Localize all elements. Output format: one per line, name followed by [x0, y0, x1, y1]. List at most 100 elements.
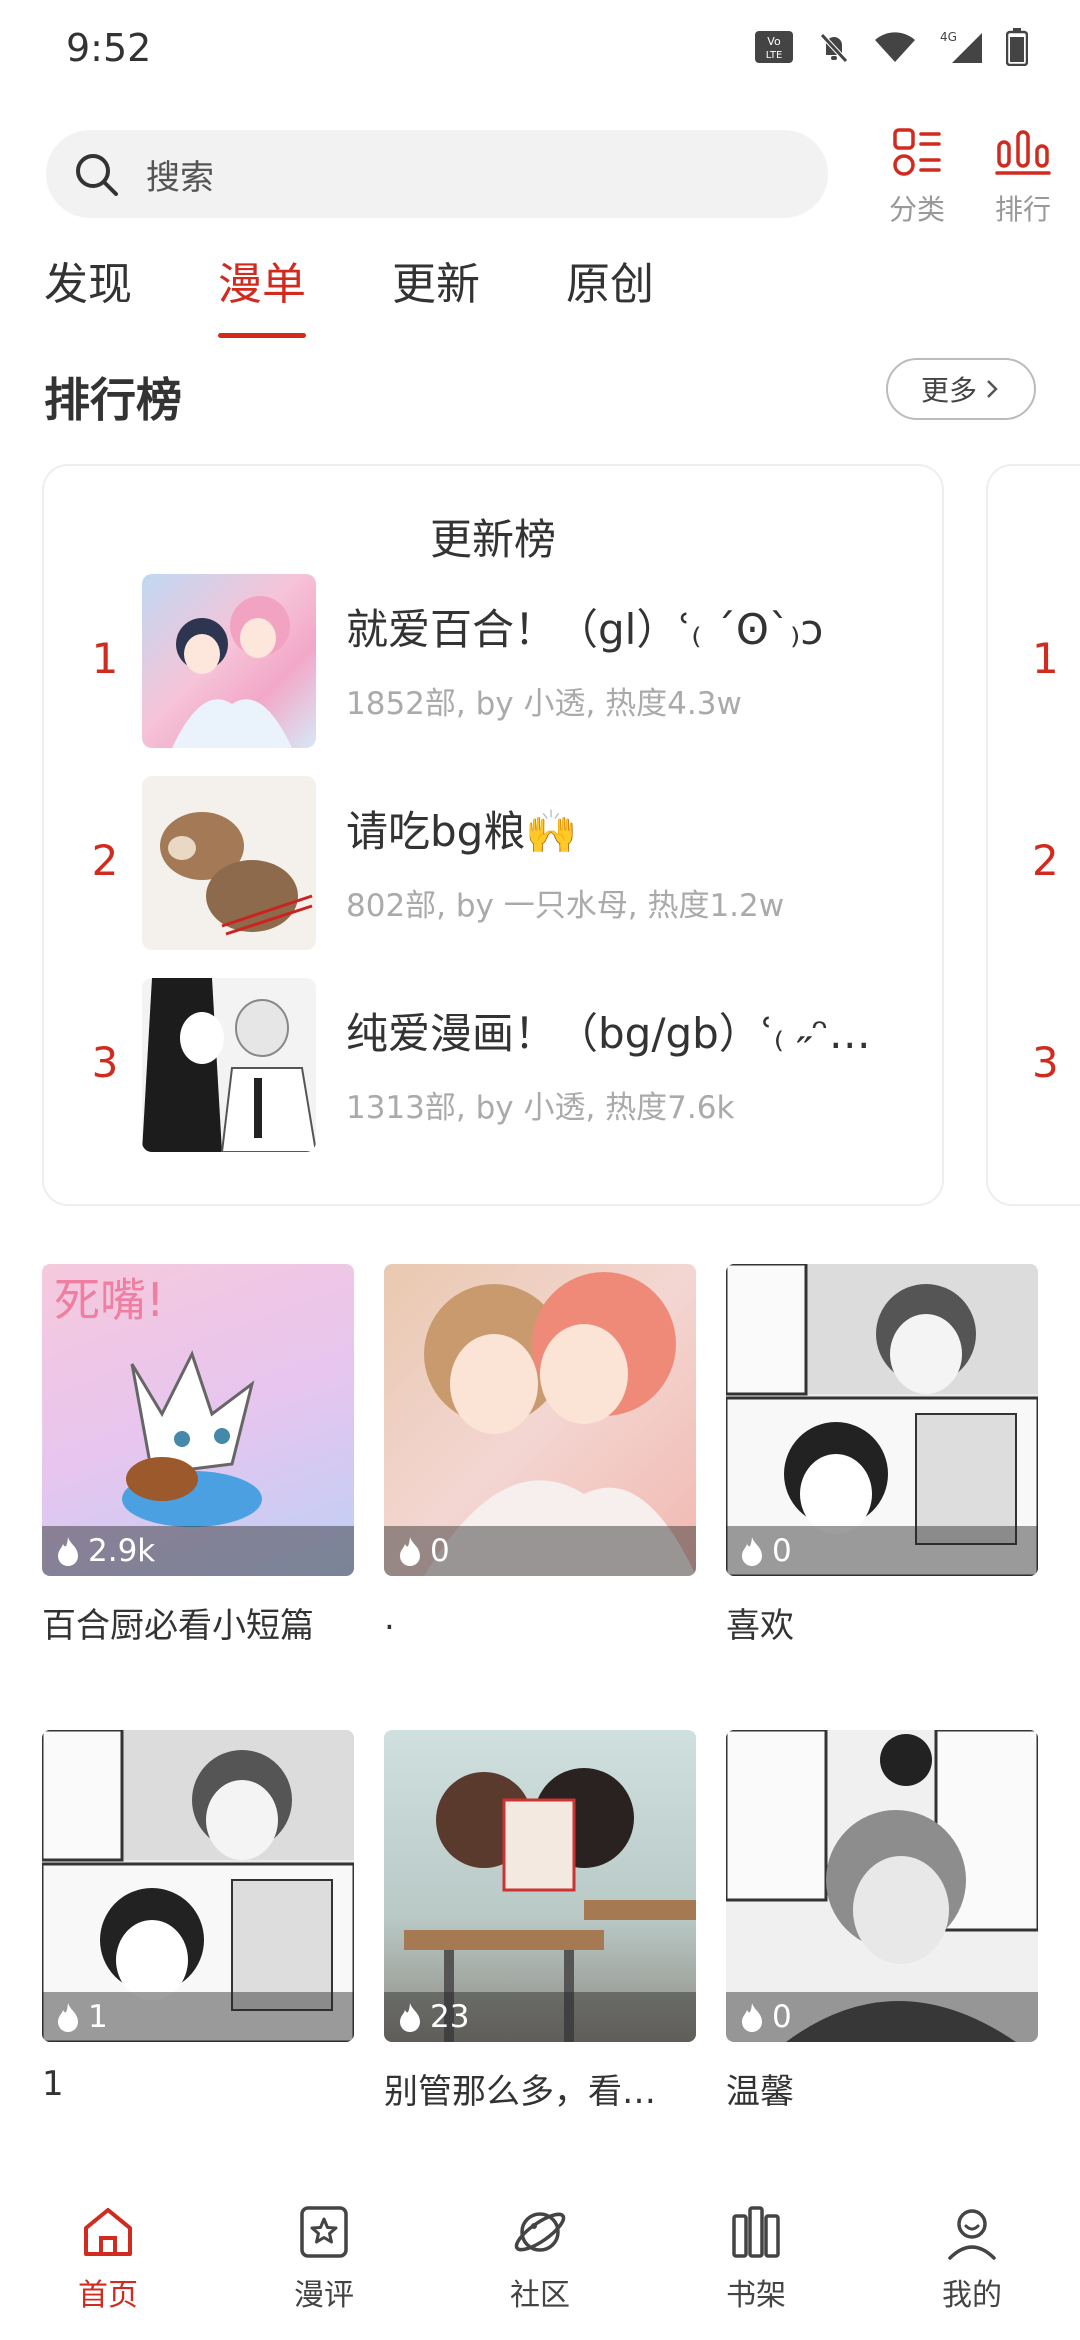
nav-profile-label: 我的 — [942, 2278, 1002, 2313]
status-bar: 9:52 Vo LTE 4G — [0, 0, 1080, 100]
heat-badge: 2.9k — [42, 1526, 354, 1576]
tab-discover[interactable]: 发现 — [44, 248, 132, 328]
tab-updates[interactable]: 更新 — [392, 248, 480, 328]
profile-icon — [948, 2209, 996, 2260]
ranking-label: 排行 — [994, 193, 1051, 226]
status-time: 9:52 — [66, 26, 152, 70]
list-cover: 1 — [42, 1730, 354, 2042]
nav-community[interactable]: 社区 — [432, 2172, 648, 2340]
nav-home-label: 首页 — [78, 2278, 138, 2313]
rank-meta: 1852部, by 小透, 热度4.3w — [346, 686, 742, 722]
rank-title: 就爱百合！（gl）ʿ₍ ´Ꙩ`₎ᴐ — [346, 605, 824, 654]
rank-thumbnail — [142, 574, 316, 748]
volte-icon: Vo LTE — [755, 31, 793, 63]
nav-home[interactable]: 首页 — [0, 2172, 216, 2340]
list-title: 1 — [42, 2064, 64, 2104]
rank-title: 请吃bg粮🙌 — [346, 807, 578, 856]
list-title: 百合厨必看小短篇 — [42, 1606, 314, 1646]
rank-thumbnail — [142, 978, 316, 1152]
heat-value: 0 — [772, 1999, 792, 2035]
more-label: 更多 — [920, 374, 977, 407]
heat-badge: 0 — [726, 1992, 1038, 2042]
search-input[interactable]: 搜索 — [46, 130, 828, 218]
svg-text:死嘴!: 死嘴! — [54, 1273, 164, 1327]
bottom-nav: 首页 漫评 社区 书架 我的 — [0, 2172, 1080, 2340]
rank-thumbnail — [142, 776, 316, 950]
rank-number: 3 — [1032, 1038, 1059, 1087]
category-label: 分类 — [888, 193, 945, 226]
heat-value: 2.9k — [88, 1533, 156, 1569]
home-icon — [84, 2208, 132, 2256]
rank-number: 2 — [1032, 836, 1059, 885]
network-label: 4G — [940, 30, 957, 44]
rank-meta: 1313部, by 小透, 热度7.6k — [346, 1090, 735, 1126]
rank-number: 1 — [91, 634, 119, 683]
fire-icon — [400, 2003, 420, 2032]
fire-icon — [742, 2003, 762, 2032]
search-icon — [76, 154, 118, 196]
list-item[interactable]: 0 . — [384, 1264, 696, 1638]
ranking-row[interactable]: 2 请吃bg粮🙌 802部, by 一只水母, 热度1.2w — [44, 776, 942, 952]
nav-bookshelf[interactable]: 书架 — [648, 2172, 864, 2340]
fire-icon — [58, 1537, 78, 1566]
list-cover: 死嘴! 2.9k — [42, 1264, 354, 1576]
list-item[interactable]: 23 别管那么多，看… — [384, 1730, 696, 2113]
nav-profile[interactable]: 我的 — [864, 2172, 1080, 2340]
rank-number: 3 — [91, 1038, 119, 1087]
nav-community-label: 社区 — [510, 2278, 570, 2313]
list-cover: 23 — [384, 1730, 696, 2042]
ranking-card-next[interactable]: 1 2 3 — [986, 464, 1080, 1206]
ranking-button[interactable]: 排行 — [978, 126, 1068, 228]
fire-icon — [58, 2003, 78, 2032]
heat-value: 0 — [772, 1533, 792, 1569]
tab-manga-lists[interactable]: 漫单 — [218, 248, 306, 338]
nav-review-label: 漫评 — [294, 2278, 354, 2313]
list-title: . — [384, 1598, 395, 1638]
chevron-right-icon — [987, 380, 998, 398]
list-item[interactable]: 死嘴! 2.9k 百合厨必看小短篇 — [42, 1264, 354, 1647]
planet-icon — [514, 2212, 566, 2252]
section-title: 排行榜 — [44, 373, 182, 427]
list-title: 喜欢 — [726, 1606, 794, 1646]
list-item[interactable]: 0 温馨 — [726, 1730, 1038, 2113]
svg-text:LTE: LTE — [766, 50, 783, 61]
wifi-icon — [875, 32, 915, 62]
search-placeholder: 搜索 — [146, 157, 214, 198]
status-icons: Vo LTE 4G — [754, 28, 1028, 66]
mute-bell-icon — [820, 33, 848, 63]
heat-value: 1 — [88, 1999, 108, 2035]
ranking-icon — [995, 130, 1051, 175]
heat-value: 0 — [430, 1533, 450, 1569]
fire-icon — [742, 1537, 762, 1566]
ranking-row[interactable]: 3 纯爱漫画！（bg/gb）ʿ₍ ˶ᵔ… 1313部, by 小透, 热度7.6… — [44, 978, 942, 1154]
more-button[interactable]: 更多 — [886, 358, 1036, 420]
tab-bar: 发现 漫单 更新 原创 — [44, 248, 740, 338]
list-title: 温馨 — [726, 2072, 794, 2112]
battery-icon — [1006, 28, 1028, 66]
list-title: 别管那么多，看… — [384, 2072, 656, 2112]
rank-number: 1 — [1032, 634, 1059, 683]
rank-meta: 802部, by 一只水母, 热度1.2w — [346, 888, 785, 924]
list-cover: 0 — [726, 1264, 1038, 1576]
cell-signal-icon: 4G — [940, 30, 982, 63]
list-cover: 0 — [384, 1264, 696, 1576]
list-cover: 0 — [726, 1730, 1038, 2042]
ranking-card-updates[interactable]: 更新榜 1 就爱百合！（gl）ʿ₍ ´Ꙩ`₎ᴐ 1852部, by 小透, 热度… — [42, 464, 944, 1206]
category-icon — [893, 128, 941, 176]
category-button[interactable]: 分类 — [872, 126, 962, 228]
list-item[interactable]: 0 喜欢 — [726, 1264, 1038, 1647]
nav-review[interactable]: 漫评 — [216, 2172, 432, 2340]
rank-number: 2 — [91, 836, 119, 885]
heat-badge: 0 — [384, 1526, 696, 1576]
star-review-icon — [300, 2206, 348, 2258]
heat-badge: 1 — [42, 1992, 354, 2042]
ranking-row[interactable]: 1 就爱百合！（gl）ʿ₍ ´Ꙩ`₎ᴐ 1852部, by 小透, 热度4.3w — [44, 574, 942, 750]
fire-icon — [400, 1537, 420, 1566]
heat-badge: 0 — [726, 1526, 1038, 1576]
list-item[interactable]: 1 1 — [42, 1730, 354, 2104]
rank-title: 纯爱漫画！（bg/gb）ʿ₍ ˶ᵔ… — [346, 1009, 871, 1058]
nav-bookshelf-label: 书架 — [726, 2278, 786, 2313]
heat-badge: 23 — [384, 1992, 696, 2042]
tab-original[interactable]: 原创 — [566, 248, 654, 328]
ranking-card-title: 更新榜 — [429, 515, 556, 564]
